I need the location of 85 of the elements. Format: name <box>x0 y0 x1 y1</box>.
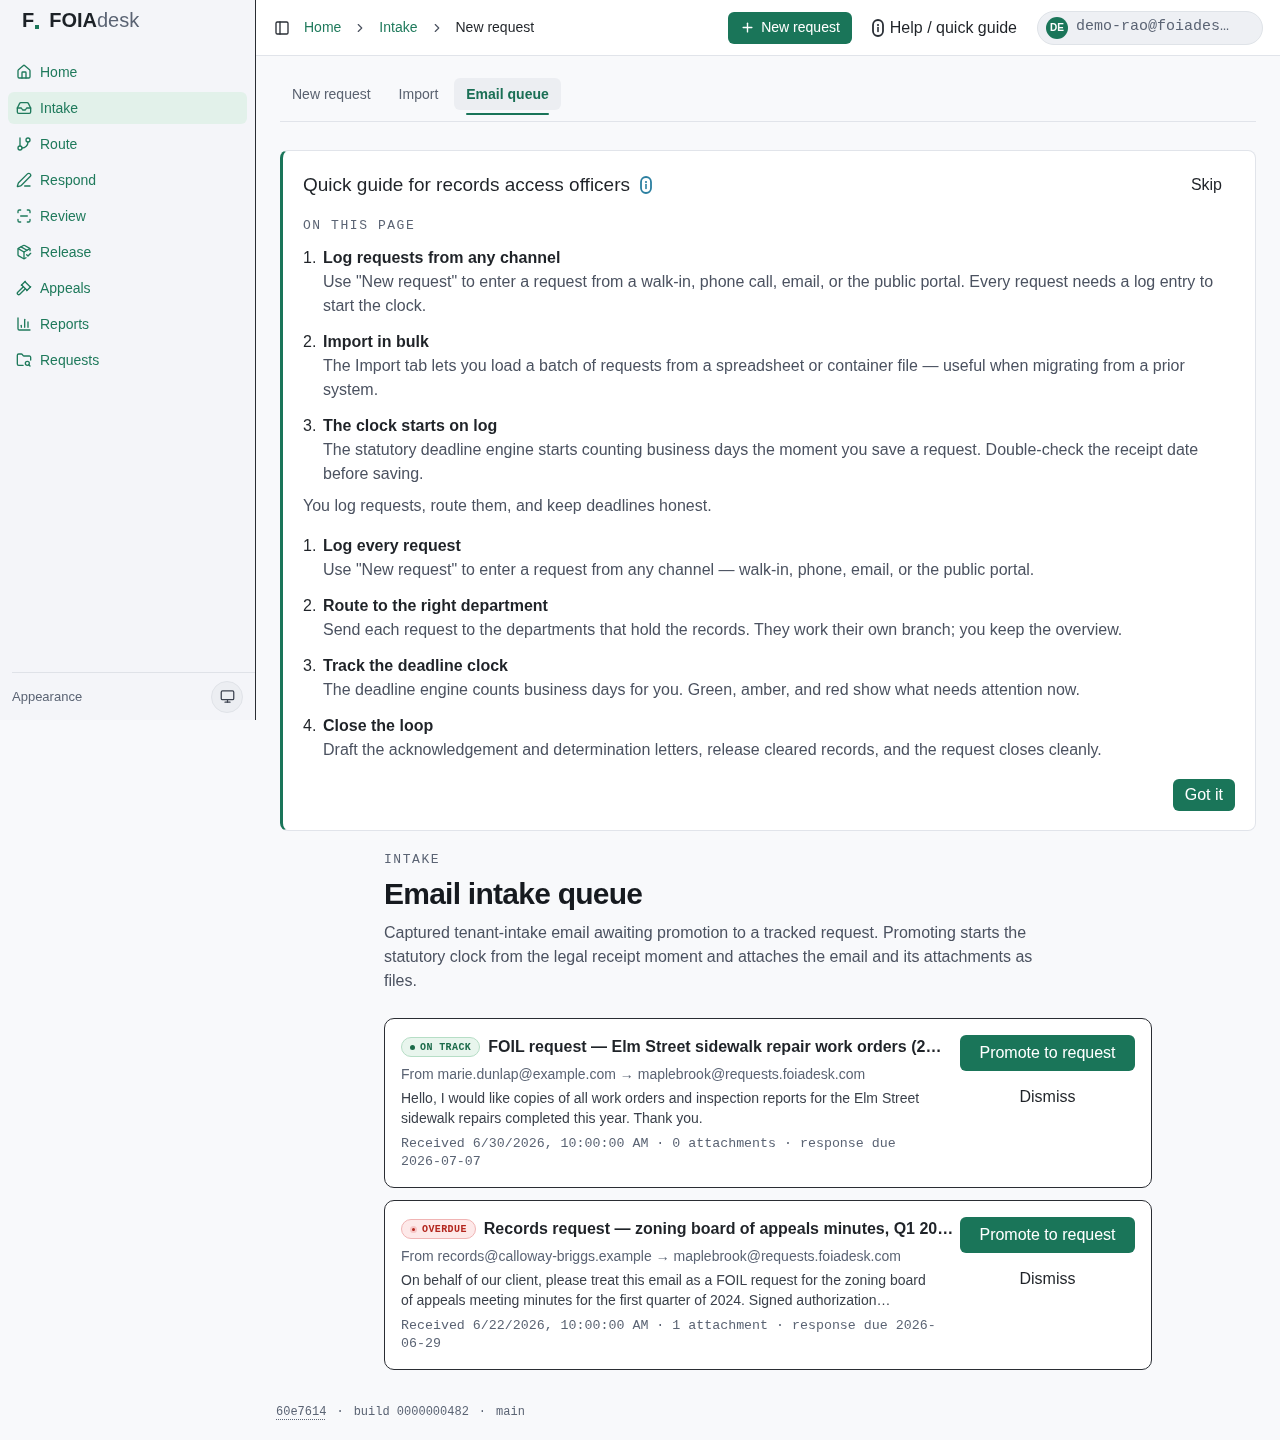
folder-search-icon <box>16 352 32 368</box>
plus-icon <box>740 20 756 35</box>
nav-item[interactable]: Route <box>8 128 247 160</box>
step-description: The statutory deadline engine starts counting business days the moment you save a request. Double-check the receipt date before saving. <box>323 440 1200 484</box>
branch-icon <box>16 136 32 152</box>
step-title: Log every request <box>323 536 462 556</box>
appearance-label: Appearance <box>12 687 83 706</box>
nav-item[interactable]: Intake <box>8 92 247 124</box>
email-body: On behalf of our client, please treat this email as a FOIL request for the zoning board of appeals meeting minutes for the first quarter of 2024. Signed authorization… <box>401 1271 927 1310</box>
separator-dot: · <box>478 1404 487 1420</box>
nav-item[interactable]: Requests <box>8 344 247 376</box>
step-title: Route to the right department <box>323 596 549 616</box>
step-number: 4. <box>303 716 318 736</box>
gavel-icon <box>16 280 32 296</box>
email-subject: FOIL request — Elm Street sidewalk repair work orders (2… <box>488 1037 942 1057</box>
page-title: Email intake queue <box>384 876 644 912</box>
page-description: Captured tenant-intake email awaiting promotion to a tracked request. Promoting starts the statutory clock from the legal receipt moment and attaches the email and its attachments as files. <box>384 923 1034 991</box>
skip-button[interactable]: Skip <box>1177 169 1235 201</box>
user-menu[interactable]: DE demo-rao@foiades… <box>1037 10 1263 45</box>
step-description: Use "New request" to enter a request from a walk-in, phone call, email, or the public portal. Every request needs a log entry to start the clock. <box>323 272 1215 316</box>
bar-chart-icon <box>16 316 32 332</box>
section-label: ON THIS PAGE <box>303 217 417 235</box>
monitor-icon <box>219 689 235 704</box>
step-title: The clock starts on log <box>323 416 499 436</box>
commit-link[interactable]: 60e7614 <box>276 1404 327 1420</box>
step-number: 2. <box>303 596 318 616</box>
email-body: Hello, I would like copies of all work orders and inspection reports for the Elm Street sidewalk repairs completed this year. Thank you. <box>401 1089 921 1128</box>
step-number: 1. <box>303 536 318 556</box>
step-number: 3. <box>303 656 318 676</box>
pen-icon <box>16 172 32 188</box>
branch-name: main <box>496 1404 525 1420</box>
breadcrumb-link[interactable]: New request <box>455 17 535 38</box>
user-email: demo-rao@foiades… <box>1076 17 1230 38</box>
nav-item[interactable]: Release <box>8 236 247 268</box>
nav-item[interactable]: Review <box>8 200 247 232</box>
new-request-button[interactable]: New request <box>728 11 852 44</box>
promote-button[interactable]: Promote to request <box>960 1217 1135 1253</box>
nav-item[interactable]: Respond <box>8 164 247 196</box>
theme-button[interactable] <box>211 680 243 713</box>
separator-dot: · <box>336 1404 344 1420</box>
nav-item[interactable]: Appeals <box>8 272 247 304</box>
tab[interactable]: New request <box>280 78 383 121</box>
build-info: build 0000000482 <box>353 1404 469 1420</box>
step-description: The Import tab lets you load a batch of requests from a spreadsheet or container file — useful when migrating from a prior system. <box>323 356 1186 400</box>
dismiss-button[interactable]: Dismiss <box>960 1079 1135 1115</box>
breadcrumb-link[interactable]: Intake <box>379 17 418 38</box>
info-icon <box>871 18 884 37</box>
email-meta: Received 6/30/2026, 10:00:00 AM · 0 attachments · response due 2026-07-07 <box>401 1135 897 1171</box>
sidebar-toggle-icon[interactable] <box>274 19 290 36</box>
section-eyebrow: INTAKE <box>384 851 442 869</box>
dismiss-button[interactable]: Dismiss <box>960 1261 1135 1297</box>
step-number: 3. <box>303 416 318 436</box>
email-meta: Received 6/22/2026, 10:00:00 AM · 1 attachment · response due 2026-06-29 <box>401 1317 937 1353</box>
guide-intro: You log requests, route them, and keep deadlines honest. <box>303 496 713 516</box>
status-badge: OVERDUE <box>401 1219 476 1239</box>
scan-icon <box>16 208 32 224</box>
package-check-icon <box>16 244 32 260</box>
step-description: Use "New request" to enter a request from any channel — walk-in, phone, email, or the public portal. <box>323 560 1035 580</box>
step-title: Import in bulk <box>323 332 430 352</box>
email-route: From records@calloway-briggs.example → maplebrook@requests.foiadesk.com <box>401 1247 902 1266</box>
step-description: The deadline engine counts business days for you. Green, amber, and red show what needs attention now. <box>323 680 1080 700</box>
promote-button[interactable]: Promote to request <box>960 1035 1135 1071</box>
house-icon <box>16 64 32 80</box>
help-link[interactable]: Help / quick guide <box>871 15 1017 40</box>
got-it-button[interactable]: Got it <box>1172 779 1235 811</box>
guide-title: Quick guide for records access officers <box>303 172 630 197</box>
breadcrumb-link[interactable]: Home <box>304 17 342 38</box>
nav-item[interactable]: Home <box>8 56 247 88</box>
step-title: Close the loop <box>323 716 435 736</box>
step-title: Log requests from any channel <box>323 248 562 268</box>
step-number: 2. <box>303 332 318 352</box>
user-avatar: DE <box>1046 16 1068 39</box>
email-route: From marie.dunlap@example.com → maplebrook@requests.foiadesk.com <box>401 1065 867 1084</box>
step-description: Send each request to the departments that hold the records. They work their own branch; you keep the overview. <box>323 620 1123 640</box>
step-number: 1. <box>303 248 318 268</box>
brand-name: FOIAdesk <box>49 10 140 30</box>
tab[interactable]: Import <box>386 78 451 121</box>
step-description: Draft the acknowledgement and determination letters, release cleared records, and the request closes cleanly. <box>323 740 1102 760</box>
nav-item[interactable]: Reports <box>8 308 247 340</box>
status-badge: ON TRACK <box>401 1037 481 1057</box>
inbox-icon <box>16 100 32 116</box>
info-icon <box>640 176 652 194</box>
step-title: Track the deadline clock <box>323 656 509 676</box>
logo-mark: F <box>22 10 35 30</box>
email-subject: Records request — zoning board of appeals minutes, Q1 20… <box>483 1219 954 1239</box>
